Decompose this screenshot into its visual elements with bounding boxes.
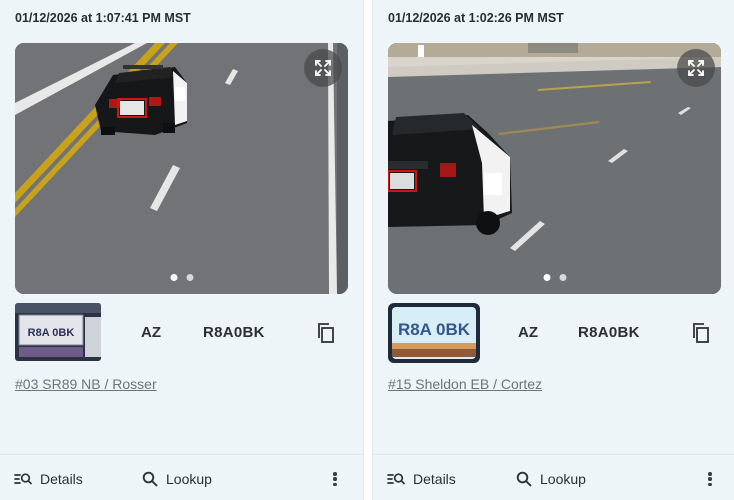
expand-icon: [688, 60, 704, 76]
carousel-dot[interactable]: [543, 274, 550, 281]
plate-number: R8A0BK: [578, 324, 640, 341]
plate-crop-graphic: R8A 0BK: [388, 303, 480, 363]
details-label: Details: [413, 471, 456, 487]
details-button[interactable]: Details: [14, 471, 83, 487]
road-scene-image: [15, 43, 348, 294]
road-scene-image: [388, 43, 721, 294]
lookup-label: Lookup: [540, 471, 586, 487]
detection-timestamp: 01/12/2026 at 1:02:26 PM MST: [388, 11, 564, 25]
lookup-label: Lookup: [166, 471, 212, 487]
search-icon: [142, 471, 158, 487]
plate-crop-text: R8A 0BK: [398, 320, 471, 339]
plate-crop-text: R8A 0BK: [28, 327, 75, 339]
details-label: Details: [40, 471, 83, 487]
more-options-button[interactable]: [703, 469, 717, 489]
detection-card: 01/12/2026 at 1:07:41 PM MST R8A 0BK AZ …: [0, 0, 364, 500]
plate-number: R8A0BK: [203, 324, 265, 341]
more-options-button[interactable]: [328, 469, 342, 489]
carousel-dot[interactable]: [559, 274, 566, 281]
carousel-dot[interactable]: [186, 274, 193, 281]
lookup-button[interactable]: Lookup: [516, 471, 586, 487]
image-carousel-dots: [543, 274, 566, 281]
details-list-icon: [14, 473, 32, 485]
plate-crop-image[interactable]: R8A 0BK: [15, 303, 101, 361]
vehicle-photo[interactable]: [15, 43, 348, 294]
image-carousel-dots: [170, 274, 193, 281]
copy-plate-button[interactable]: [316, 322, 336, 344]
expand-image-button[interactable]: [677, 49, 715, 87]
plate-state: AZ: [518, 324, 538, 341]
camera-location-link[interactable]: #15 Sheldon EB / Cortez: [388, 376, 542, 392]
card-footer: Details Lookup: [373, 454, 734, 500]
carousel-dot[interactable]: [170, 274, 177, 281]
vehicle-photo[interactable]: [388, 43, 721, 294]
copy-icon: [318, 323, 334, 343]
copy-plate-button[interactable]: [691, 322, 711, 344]
expand-icon: [315, 60, 331, 76]
details-button[interactable]: Details: [387, 471, 456, 487]
plate-crop-image[interactable]: R8A 0BK: [388, 303, 480, 363]
camera-location-link[interactable]: #03 SR89 NB / Rosser: [15, 376, 157, 392]
card-gap: [364, 0, 372, 500]
plate-crop-graphic: R8A 0BK: [15, 303, 101, 361]
details-list-icon: [387, 473, 405, 485]
more-vertical-icon: [708, 472, 712, 476]
search-icon: [516, 471, 532, 487]
lookup-button[interactable]: Lookup: [142, 471, 212, 487]
copy-icon: [693, 323, 709, 343]
more-vertical-icon: [333, 472, 337, 476]
detection-timestamp: 01/12/2026 at 1:07:41 PM MST: [15, 11, 191, 25]
plate-state: AZ: [141, 324, 161, 341]
card-footer: Details Lookup: [0, 454, 363, 500]
detection-card: 01/12/2026 at 1:02:26 PM MST R8A 0BK AZ …: [372, 0, 734, 500]
expand-image-button[interactable]: [304, 49, 342, 87]
